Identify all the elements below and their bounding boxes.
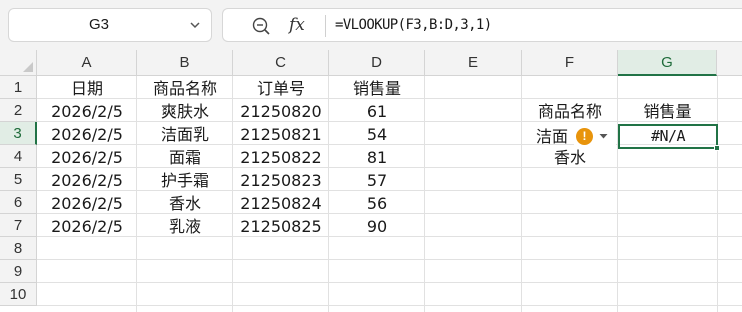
cell-b5[interactable]: 护手霜 bbox=[137, 169, 233, 192]
chevron-down-icon bbox=[599, 134, 608, 139]
row-header-5[interactable]: 5 bbox=[0, 168, 37, 191]
gridline bbox=[717, 76, 718, 312]
cell-d2[interactable]: 61 bbox=[329, 100, 425, 123]
gridline bbox=[37, 305, 742, 306]
cell-b2[interactable]: 爽肤水 bbox=[137, 100, 233, 123]
cell-b3[interactable]: 洁面乳 bbox=[137, 123, 233, 146]
cell-a3[interactable]: 2026/2/5 bbox=[37, 123, 137, 146]
cell-f2[interactable]: 商品名称 bbox=[522, 100, 618, 123]
cell-c5[interactable]: 21250823 bbox=[233, 169, 329, 192]
warning-icon: ! bbox=[576, 128, 593, 145]
cell-g2[interactable]: 销售量 bbox=[618, 100, 717, 123]
cell-f4[interactable]: 香水 bbox=[522, 146, 618, 169]
cell-d7[interactable]: 90 bbox=[329, 215, 425, 238]
cell-a7[interactable]: 2026/2/5 bbox=[37, 215, 137, 238]
row-header-8[interactable]: 8 bbox=[0, 237, 37, 260]
chevron-down-icon[interactable] bbox=[189, 19, 201, 31]
column-header-b[interactable]: B bbox=[137, 50, 233, 76]
cell-a6[interactable]: 2026/2/5 bbox=[37, 192, 137, 215]
row-header-3[interactable]: 3 bbox=[0, 122, 37, 145]
error-options-button[interactable]: ! bbox=[574, 126, 616, 147]
cell-a1[interactable]: 日期 bbox=[37, 77, 137, 100]
cell-c1[interactable]: 订单号 bbox=[233, 77, 329, 100]
column-header-f[interactable]: F bbox=[522, 50, 618, 76]
zoom-icon[interactable] bbox=[251, 16, 271, 36]
cell-d3[interactable]: 54 bbox=[329, 123, 425, 146]
cell-c6[interactable]: 21250824 bbox=[233, 192, 329, 215]
fill-handle[interactable] bbox=[714, 145, 720, 151]
formula-separator bbox=[325, 15, 326, 37]
cell-a4[interactable]: 2026/2/5 bbox=[37, 146, 137, 169]
cell-c4[interactable]: 21250822 bbox=[233, 146, 329, 169]
cell-c7[interactable]: 21250825 bbox=[233, 215, 329, 238]
formula-input[interactable]: =VLOOKUP(F3,B:D,3,1) bbox=[335, 9, 492, 41]
formula-bar: fx =VLOOKUP(F3,B:D,3,1) bbox=[222, 8, 742, 42]
cell-b7[interactable]: 乳液 bbox=[137, 215, 233, 238]
name-box[interactable]: G3 bbox=[8, 8, 212, 42]
cell-c3[interactable]: 21250821 bbox=[233, 123, 329, 146]
row-header-9[interactable]: 9 bbox=[0, 260, 37, 283]
cell-d5[interactable]: 57 bbox=[329, 169, 425, 192]
cell-f3-text: 洁面 bbox=[536, 127, 569, 146]
row-header-2[interactable]: 2 bbox=[0, 99, 37, 122]
row-header-6[interactable]: 6 bbox=[0, 191, 37, 214]
column-header-e[interactable]: E bbox=[425, 50, 522, 76]
column-header-h[interactable] bbox=[717, 50, 742, 76]
cell-a5[interactable]: 2026/2/5 bbox=[37, 169, 137, 192]
gridline bbox=[37, 282, 742, 283]
column-header-g[interactable]: G bbox=[618, 50, 717, 76]
insert-function-icon[interactable]: fx bbox=[289, 13, 313, 37]
column-header-c[interactable]: C bbox=[233, 50, 329, 76]
cell-b1[interactable]: 商品名称 bbox=[137, 77, 233, 100]
cell-a2[interactable]: 2026/2/5 bbox=[37, 100, 137, 123]
row-header-4[interactable]: 4 bbox=[0, 145, 37, 168]
formula-toolbar: G3 fx =VLOOKUP(F3,B:D,3,1) bbox=[0, 0, 742, 50]
name-box-value[interactable]: G3 bbox=[9, 9, 189, 41]
gridline bbox=[37, 259, 742, 260]
cell-d4[interactable]: 81 bbox=[329, 146, 425, 169]
select-all-corner[interactable] bbox=[0, 50, 37, 76]
column-header-a[interactable]: A bbox=[37, 50, 137, 76]
cell-b4[interactable]: 面霜 bbox=[137, 146, 233, 169]
row-header-10[interactable]: 10 bbox=[0, 283, 37, 306]
cell-f3[interactable]: 洁面 bbox=[522, 126, 574, 147]
row-header-1[interactable]: 1 bbox=[0, 76, 37, 99]
cell-d1[interactable]: 销售量 bbox=[329, 77, 425, 100]
cell-c2[interactable]: 21250820 bbox=[233, 100, 329, 123]
cell-b6[interactable]: 香水 bbox=[137, 192, 233, 215]
row-header-7[interactable]: 7 bbox=[0, 214, 37, 237]
column-header-d[interactable]: D bbox=[329, 50, 425, 76]
cell-d6[interactable]: 56 bbox=[329, 192, 425, 215]
active-cell-border bbox=[618, 124, 718, 149]
